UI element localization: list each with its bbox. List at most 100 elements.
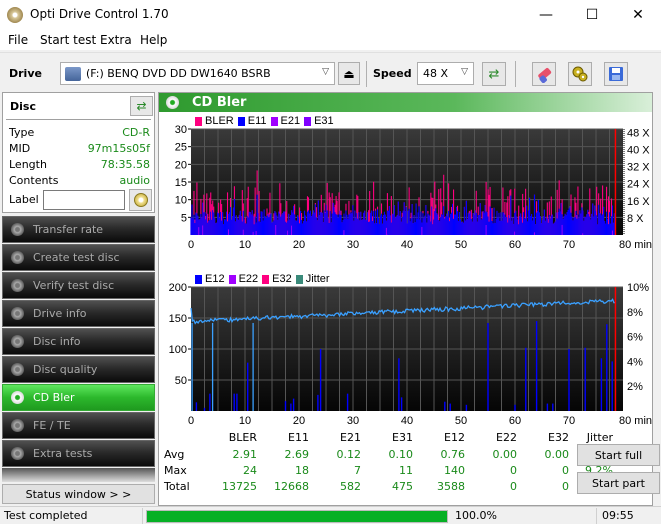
x-tick-label: 20 [293,239,305,251]
disc-gear-icon [11,335,24,348]
nav-verify-test-disc[interactable]: Verify test disc [2,272,155,299]
nav-extra-tests[interactable]: Extra tests [2,440,155,467]
speed-label: Speed [373,67,412,80]
x-tick-label: 70 [563,239,575,251]
maximize-button[interactable]: ☐ [569,0,615,30]
y-tick-label: 50 [175,375,187,387]
erase-button[interactable] [532,62,556,86]
menu-bar: File Start test Extra Help [0,30,661,50]
stats-value: 0.76 [440,448,466,461]
drive-select[interactable]: (F:) BENQ DVD DD DW1640 BSRB ▽ [60,62,335,85]
stats-column-header: BLER [228,431,257,444]
disc-panel: Disc ⇄ Type CD-R MID 97m15s05f Length 78… [2,92,155,213]
x-tick-label: 80 min [619,415,652,427]
nav-disc-quality[interactable]: Disc quality [2,356,155,383]
main-panel: CD Bler BLER E11 E21 E31 5 10 15 20 25 30 0 10 2… [158,92,660,506]
jitter-tick-label: 6% [627,332,643,344]
jitter-tick-label: 8% [627,307,643,319]
disc-length-value: 78:35.58 [100,158,150,171]
disc-label-label: Label [9,193,39,206]
x-tick-label: 30 [347,239,359,251]
nav-label: Drive info [33,307,87,320]
x-tick-label: 60 [509,415,521,427]
disc-mid-label: MID [9,142,31,155]
eraser-icon [538,68,552,83]
nav-transfer-rate[interactable]: Transfer rate [2,216,155,243]
x-tick-label: 80 min [619,239,652,251]
menu-file[interactable]: File [8,33,28,47]
disc-panel-title: Disc [10,100,36,113]
refresh-speed-button[interactable]: ⇄ [482,62,506,86]
y-tick-label: 25 [175,142,187,154]
stats-value: 13725 [222,480,257,493]
apply-label-button[interactable] [129,189,152,211]
stats-row-label: Total [164,480,190,493]
nav-label: FE / TE [33,419,71,432]
status-bar: Test completed 100.0% 09:55 [0,506,661,524]
nav-label: Verify test disc [33,279,115,292]
settings-button[interactable] [568,62,592,86]
nav-drive-info[interactable]: Drive info [2,300,155,327]
nav-fe-te[interactable]: FE / TE [2,412,155,439]
stats-row-label: Avg [164,448,185,461]
stats-value: 7 [354,464,361,477]
drive-value: (F:) BENQ DVD DD DW1640 BSRB [86,67,271,80]
minimize-button[interactable]: — [523,0,569,30]
chevron-down-icon: ▽ [461,67,468,77]
disc-gear-icon [11,419,24,432]
stats-value: 0.00 [492,448,518,461]
save-icon [609,67,623,81]
disc-contents-label: Contents [9,174,59,187]
stats-value: 582 [340,480,361,493]
close-button[interactable]: ✕ [615,0,661,30]
disc-type-value: CD-R [122,126,150,139]
x-tick-label: 40 [401,239,413,251]
nav-label: Create test disc [33,251,120,264]
menu-start-test[interactable]: Start test [40,33,96,47]
menu-help[interactable]: Help [140,33,167,47]
stats-value: 3588 [437,480,465,493]
speed-tick-label: 24 X [627,179,650,191]
refresh-icon: ⇄ [136,99,147,113]
disc-label-input[interactable] [43,190,125,210]
stats-column-header: E12 [444,431,465,444]
eject-button[interactable]: ⏏ [338,62,360,85]
speed-tick-label: 8 X [627,213,644,225]
y-tick-label: 20 [175,159,187,171]
chevron-down-icon: ▽ [322,67,329,77]
menu-extra[interactable]: Extra [100,33,132,47]
nav-cd-bler[interactable]: CD Bler [2,384,155,411]
x-tick-label: 0 [188,239,194,251]
window-title: Opti Drive Control 1.70 [30,7,169,21]
stats-column-header: E11 [288,431,309,444]
e12-jitter-chart: 50 100 150 200 0 10 20 30 40 50 60 70 80 min 2% 4% 6% 8%… [169,282,652,427]
jitter-tick-label: 2% [627,381,643,393]
stats-value: 2.69 [284,448,310,461]
speed-select[interactable]: 48 X ▽ [417,62,474,85]
status-text: Test completed [4,509,88,522]
disc-type-label: Type [9,126,35,139]
stats-column-header: E22 [496,431,517,444]
stats-value: 0.00 [544,448,570,461]
drive-icon [65,66,81,81]
stats-value: 18 [295,464,309,477]
start-part-button[interactable]: Start part [577,472,660,494]
nav-disc-info[interactable]: Disc info [2,328,155,355]
x-tick-label: 30 [347,415,359,427]
nav-label: Disc quality [33,363,98,376]
stats-value: 2.91 [232,448,258,461]
x-tick-label: 20 [293,415,305,427]
save-button[interactable] [604,62,628,86]
stats-row-label: Max [164,464,187,477]
nav-label: Extra tests [33,447,93,460]
nav-create-test-disc[interactable]: Create test disc [2,244,155,271]
stats-column-header: Jitter [586,431,613,444]
status-window-button[interactable]: Status window > > [2,484,155,504]
start-full-button[interactable]: Start full [577,444,660,466]
x-tick-label: 10 [239,239,251,251]
stats-value: 0 [562,480,569,493]
refresh-disc-button[interactable]: ⇄ [130,96,153,116]
app-icon [7,7,23,23]
x-tick-label: 50 [455,415,467,427]
x-tick-label: 0 [188,415,194,427]
